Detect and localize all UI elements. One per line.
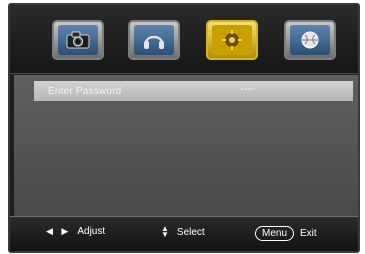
globe-icon [290, 25, 330, 55]
hint-select: ▲ ▼ Select [161, 224, 205, 239]
tab-setup[interactable] [206, 20, 258, 60]
tab-globe[interactable] [284, 20, 336, 60]
menu-item-label: Enter Password [48, 85, 122, 97]
menu-tab-bar [10, 5, 358, 74]
tv-osd-window: Enter Password ---- ◀ ▶ Adjust ▲ ▼ Select… [8, 3, 360, 253]
hint-adjust: ◀ ▶ Adjust [46, 226, 105, 237]
select-label: Select [176, 226, 205, 238]
password-value: ---- [241, 84, 256, 95]
gear-icon [212, 25, 252, 55]
exit-label: Exit [300, 228, 317, 239]
adjust-label: Adjust [77, 226, 106, 237]
menu-key-badge: Menu [255, 226, 295, 241]
hint-exit: Menu Exit [255, 226, 317, 241]
menu-item-enter-password[interactable]: Enter Password ---- [34, 81, 353, 101]
menu-content-panel: Enter Password ---- [14, 75, 358, 219]
headphones-icon [134, 25, 174, 55]
tab-audio[interactable] [128, 20, 180, 60]
tab-picture[interactable] [52, 20, 104, 60]
up-down-arrows-icon: ▲ ▼ [161, 224, 169, 239]
footer-hints: ◀ ▶ Adjust ▲ ▼ Select Menu Exit [10, 216, 358, 251]
left-right-arrows-icon: ◀ ▶ [46, 226, 72, 236]
camera-icon [58, 25, 98, 55]
